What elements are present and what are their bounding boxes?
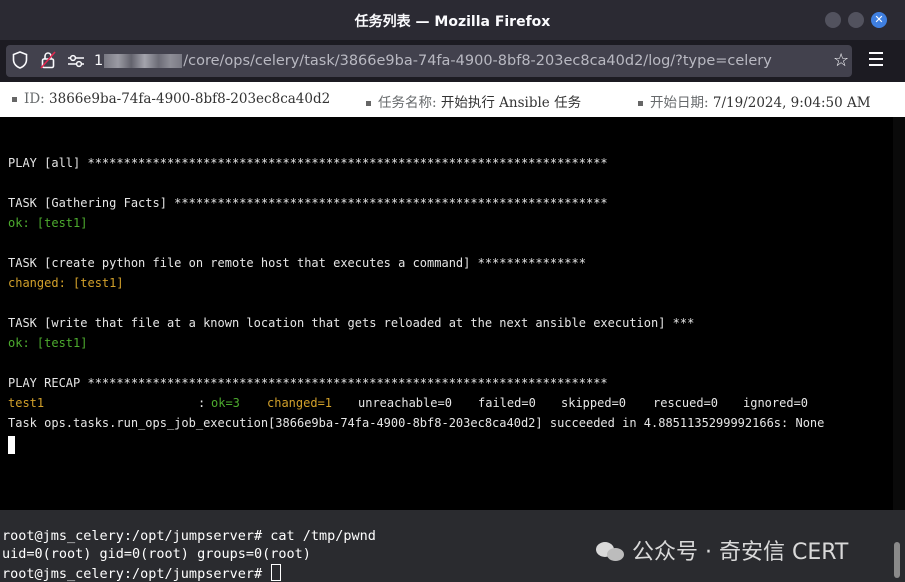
task-info-bar: ID: 3866e9ba-74fa-4900-8bf8-203ec8ca40d2… — [0, 82, 905, 117]
url-path: /core/ops/celery/task/3866e9ba-74fa-4900… — [183, 53, 772, 69]
log-line-play-recap: PLAY RECAP *****************************… — [8, 376, 608, 390]
bullet-icon — [12, 97, 17, 102]
url-text[interactable]: 1/core/ops/celery/task/3866e9ba-74fa-490… — [94, 45, 772, 77]
recap-ignored: ignored=0 — [743, 396, 809, 410]
task-name-value: 开始执行 Ansible 任务 — [440, 95, 582, 111]
terminal-scrollbar[interactable] — [893, 117, 905, 510]
url-host-redacted — [104, 54, 183, 68]
log-line-ok: ok: [test1] — [8, 336, 88, 350]
window-title: 任务列表 — Mozilla Firefox — [354, 14, 551, 30]
task-name: 任务名称: 开始执行 Ansible 任务 — [366, 91, 581, 111]
permissions-icon[interactable] — [65, 45, 87, 77]
task-date-label: 开始日期: — [650, 95, 709, 111]
shell-line-output: uid=0(root) gid=0(root) groups=0(root) — [2, 546, 311, 562]
close-button[interactable]: ✕ — [871, 12, 887, 28]
maximize-button[interactable] — [848, 12, 864, 28]
shell-line-command: root@jms_celery:/opt/jumpserver# cat /tm… — [2, 528, 376, 544]
recap-skipped: skipped=0 — [561, 396, 627, 410]
watermark-text: 公众号 · 奇安信 CERT — [632, 540, 849, 565]
recap-unreachable: unreachable=0 — [358, 396, 452, 410]
task-id: ID: 3866e9ba-74fa-4900-8bf8-203ec8ca40d2 — [12, 91, 330, 107]
log-line-changed: changed: [test1] — [8, 276, 124, 290]
log-line-task-write: TASK [write that file at a known locatio… — [8, 316, 695, 330]
recap-host: test1 — [8, 396, 45, 410]
recap-changed: changed=1 — [267, 396, 333, 410]
shell-line-prompt: root@jms_celery:/opt/jumpserver# — [2, 564, 282, 582]
recap-colon: : — [198, 396, 206, 410]
wechat-icon — [596, 540, 626, 562]
shell-cursor — [271, 564, 282, 581]
task-name-label: 任务名称: — [378, 95, 437, 111]
log-line-recap-stats: test1 : ok=3 changed=1 unreachable=0 fai… — [8, 396, 888, 410]
recap-rescued: rescued=0 — [653, 396, 719, 410]
shell-scrollbar[interactable] — [894, 542, 900, 578]
bullet-icon — [638, 101, 643, 106]
lock-icon[interactable] — [37, 45, 59, 77]
log-line-task-create: TASK [create python file on remote host … — [8, 256, 586, 270]
url-bar[interactable]: 1/core/ops/celery/task/3866e9ba-74fa-490… — [6, 45, 852, 77]
task-log-terminal[interactable]: PLAY [all] *****************************… — [0, 117, 893, 510]
shell-prompt: root@jms_celery:/opt/jumpserver# — [2, 566, 271, 582]
log-line-play: PLAY [all] *****************************… — [8, 156, 608, 170]
recap-ok: ok=3 — [211, 396, 240, 410]
navigation-toolbar: 1/core/ops/celery/task/3866e9ba-74fa-490… — [0, 40, 905, 82]
task-id-label: ID: — [24, 91, 45, 107]
close-icon: ✕ — [874, 13, 884, 26]
root-shell[interactable]: root@jms_celery:/opt/jumpserver# cat /tm… — [0, 510, 905, 582]
task-id-value: 3866e9ba-74fa-4900-8bf8-203ec8ca40d2 — [49, 91, 331, 107]
task-start-date: 开始日期: 7/19/2024, 9:04:50 AM — [638, 91, 871, 111]
star-icon[interactable]: ☆ — [833, 45, 849, 77]
window-titlebar: 任务列表 — Mozilla Firefox ✕ — [0, 0, 905, 40]
log-line-result: Task ops.tasks.run_ops_job_execution[386… — [8, 416, 825, 430]
menu-icon[interactable] — [866, 52, 886, 70]
bullet-icon — [366, 101, 371, 106]
minimize-button[interactable] — [825, 12, 841, 28]
log-line-ok: ok: [test1] — [8, 216, 88, 230]
terminal-cursor — [8, 436, 15, 454]
task-date-value: 7/19/2024, 9:04:50 AM — [712, 95, 871, 111]
wechat-watermark: 公众号 · 奇安信 CERT — [596, 534, 848, 566]
log-line-task-facts: TASK [Gathering Facts] *****************… — [8, 196, 608, 210]
recap-failed: failed=0 — [478, 396, 536, 410]
url-host-visible: 1 — [94, 53, 104, 69]
shield-icon[interactable] — [9, 45, 31, 77]
